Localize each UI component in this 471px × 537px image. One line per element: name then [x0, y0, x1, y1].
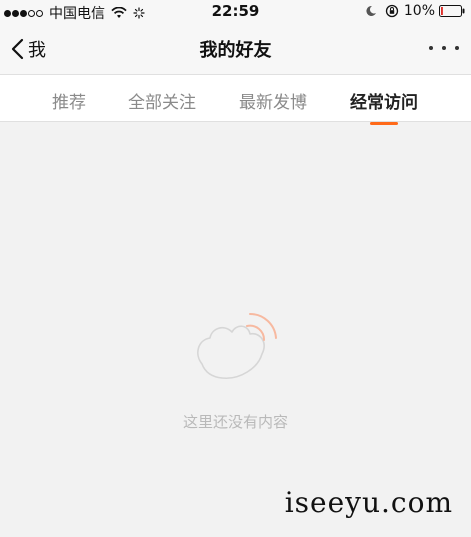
status-bar: 中国电信 22:59 10% [0, 0, 471, 24]
tab-latest-posts[interactable]: 最新发博 [239, 88, 307, 113]
battery-percent: 10% [403, 3, 435, 19]
battery-icon [439, 5, 465, 17]
active-tab-indicator [370, 122, 398, 125]
tab-all-following[interactable]: 全部关注 [128, 88, 196, 113]
empty-hand-icon [197, 312, 277, 379]
page-title: 我的好友 [199, 40, 272, 61]
empty-state-text: 这里还没有内容 [182, 413, 288, 431]
nav-bar: 我 我的好友 [0, 24, 471, 74]
watermark: iseeyu.com [284, 486, 453, 519]
tab-recommended[interactable]: 推荐 [52, 88, 86, 113]
rotation-lock-icon [385, 4, 399, 18]
status-right: 10% [365, 3, 465, 19]
more-options-icon[interactable] [429, 42, 459, 54]
tab-bar: 推荐 全部关注 最新发博 经常访问 [0, 74, 471, 125]
do-not-disturb-moon-icon [366, 5, 376, 16]
tab-frequent-visits[interactable]: 经常访问 [350, 88, 418, 125]
tab-frequent-visits-label: 经常访问 [350, 93, 418, 113]
